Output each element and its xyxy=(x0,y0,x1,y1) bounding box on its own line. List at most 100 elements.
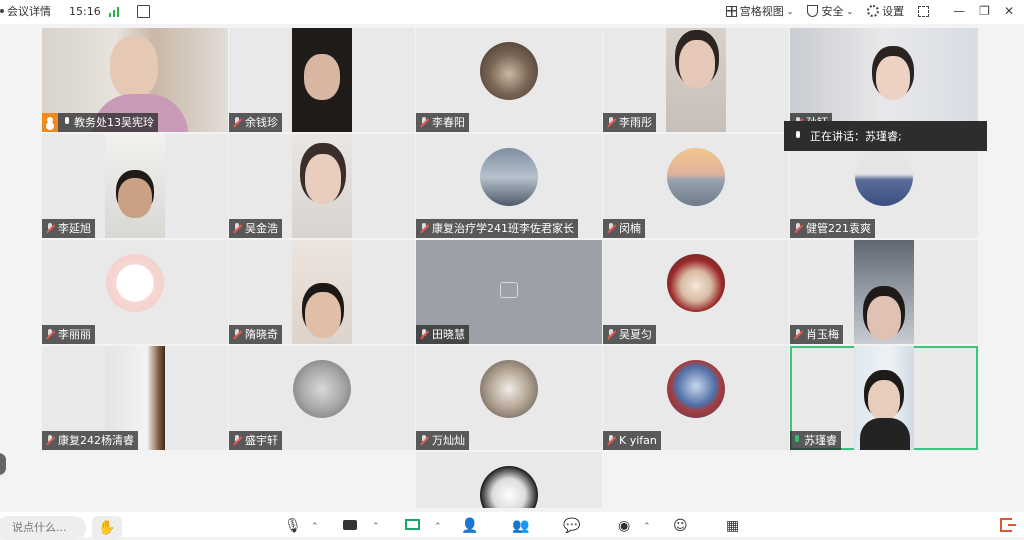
participant-body xyxy=(860,418,910,450)
top-bar: 会议详情 15:16 宫格视图 ⌄ 安全 ⌄ 设置 — ❐ ✕ xyxy=(0,0,1024,24)
participant-avatar xyxy=(667,254,725,312)
participant-avatar xyxy=(106,254,164,312)
grid-view-button[interactable]: 宫格视图 ⌄ xyxy=(725,3,793,19)
mic-off-icon xyxy=(419,435,429,446)
participant-label: 万灿灿 xyxy=(416,431,469,450)
participant-face xyxy=(868,380,900,420)
mic-off-icon xyxy=(45,223,55,234)
participant-tile[interactable]: 田晓慧 xyxy=(416,240,602,344)
participant-tile[interactable]: 隋晓奇 xyxy=(229,240,415,344)
mic-off-icon xyxy=(419,117,429,128)
participant-tile[interactable]: 李延旭 xyxy=(42,134,228,238)
signal-icon[interactable] xyxy=(108,5,121,17)
participant-label: 康复242杨清睿 xyxy=(42,431,138,450)
mic-off-icon xyxy=(419,329,429,340)
participant-label: 健管221袁爽 xyxy=(790,219,875,238)
mic-off-icon xyxy=(606,435,616,446)
mic-off-icon xyxy=(232,435,242,446)
apps-button[interactable]: ☺ xyxy=(673,518,688,534)
side-panel-handle[interactable] xyxy=(0,453,6,475)
fullscreen-icon[interactable] xyxy=(918,5,930,17)
participant-tile[interactable]: K yifan xyxy=(603,346,789,450)
chat-input[interactable]: 说点什么... xyxy=(0,516,86,540)
participant-tile[interactable]: 肖玉梅 xyxy=(790,240,978,344)
participant-label: 肖玉梅 xyxy=(790,325,843,344)
participant-face xyxy=(305,292,341,338)
record-icon: ◉ xyxy=(618,518,631,534)
participant-label: 余钱珍 xyxy=(229,113,282,132)
chevron-up-icon[interactable]: ⌃ xyxy=(311,522,319,532)
meeting-details-link[interactable]: 会议详情 xyxy=(0,3,51,19)
participant-tile[interactable]: 李春阳 xyxy=(416,28,602,132)
participant-tile[interactable]: 吴金浩 xyxy=(229,134,415,238)
participant-label: 李雨彤 xyxy=(603,113,656,132)
minimize-button[interactable]: — xyxy=(953,4,965,18)
users-icon: 👥 xyxy=(512,518,530,534)
participant-label: 康复治疗学241班李佐君家长 xyxy=(416,219,578,238)
leave-meeting-icon[interactable] xyxy=(1000,518,1016,532)
participant-label: 苏瑾睿 xyxy=(790,431,841,450)
chevron-up-icon[interactable]: ⌃ xyxy=(434,522,442,532)
mic-off-icon xyxy=(606,117,616,128)
participant-tile[interactable]: 孙钰 xyxy=(790,28,978,132)
invite-button[interactable]: 👤 xyxy=(461,518,478,534)
participant-avatar xyxy=(480,148,538,206)
mic-off-icon xyxy=(232,117,242,128)
speaking-indicator: 正在讲话：苏瑾睿; xyxy=(784,121,987,151)
chat-button[interactable]: 💬 xyxy=(563,518,580,534)
participant-label: 盛宇轩 xyxy=(229,431,282,450)
mic-on-icon xyxy=(63,117,71,128)
bottom-toolbar: 说点什么... ✋ 🎙 ⌃ ⌃ ⌃ 👤 👥 💬 ◉ ⌃ ☺ ▦ xyxy=(0,512,1024,540)
camera-button[interactable] xyxy=(343,518,357,534)
raise-hand-button[interactable]: ✋ xyxy=(92,516,122,540)
participant-face xyxy=(304,54,340,100)
share-icon[interactable] xyxy=(136,4,150,18)
chevron-up-icon[interactable]: ⌃ xyxy=(643,522,651,532)
participant-tile[interactable]: 康复242杨清睿 xyxy=(42,346,228,450)
participant-label: 隋晓奇 xyxy=(229,325,282,344)
robot-icon: ☺ xyxy=(673,518,688,534)
mic-off-icon xyxy=(793,223,803,234)
participant-avatar xyxy=(293,360,351,418)
participants-button[interactable]: 👥 xyxy=(512,518,529,534)
participant-label: 李丽丽 xyxy=(42,325,95,344)
participant-avatar xyxy=(480,466,538,508)
participant-tile[interactable]: 康复治疗学241班李佐君家长 xyxy=(416,134,602,238)
record-button[interactable]: ◉ xyxy=(618,518,630,534)
participant-face xyxy=(679,40,715,88)
participant-label: 闵楠 xyxy=(603,219,645,238)
camera-icon xyxy=(343,520,357,530)
mic-off-icon xyxy=(606,223,616,234)
participant-label: 教务处13吴宪玲 xyxy=(42,113,158,132)
mic-icon xyxy=(794,130,802,142)
participant-tile[interactable]: 闵楠 xyxy=(603,134,789,238)
microphone-icon: 🎙 xyxy=(284,518,302,534)
participant-face xyxy=(110,36,158,98)
security-button[interactable]: 安全 ⌄ xyxy=(807,3,853,19)
restore-button[interactable]: ❐ xyxy=(979,4,990,18)
participant-label: K yifan xyxy=(603,431,661,450)
participant-avatar xyxy=(480,42,538,100)
share-screen-button[interactable] xyxy=(405,518,420,534)
active-speaker-tile[interactable]: 苏瑾睿 xyxy=(790,346,978,450)
participant-avatar xyxy=(855,148,913,206)
participant-tile[interactable]: 教务处13吴宪玲 xyxy=(42,28,228,132)
gear-icon xyxy=(867,5,880,17)
participant-tile[interactable]: 余钱珍 xyxy=(229,28,415,132)
participant-tile[interactable]: 李雨彤 xyxy=(603,28,789,132)
participant-tile[interactable]: 李丽丽 xyxy=(42,240,228,344)
settings-button[interactable]: 设置 xyxy=(867,3,904,19)
close-button[interactable]: ✕ xyxy=(1004,4,1014,18)
microphone-button[interactable]: 🎙 xyxy=(284,518,302,534)
participant-face xyxy=(876,56,910,100)
host-icon xyxy=(42,113,58,132)
mic-off-icon xyxy=(45,435,55,446)
participant-face xyxy=(305,154,341,204)
participant-tile[interactable] xyxy=(416,452,602,508)
hand-icon: ✋ xyxy=(98,520,116,536)
participant-tile[interactable]: 吴夏匀 xyxy=(603,240,789,344)
participant-tile[interactable]: 万灿灿 xyxy=(416,346,602,450)
more-apps-button[interactable]: ▦ xyxy=(726,518,739,534)
participant-tile[interactable]: 盛宇轩 xyxy=(229,346,415,450)
chevron-up-icon[interactable]: ⌃ xyxy=(372,522,380,532)
